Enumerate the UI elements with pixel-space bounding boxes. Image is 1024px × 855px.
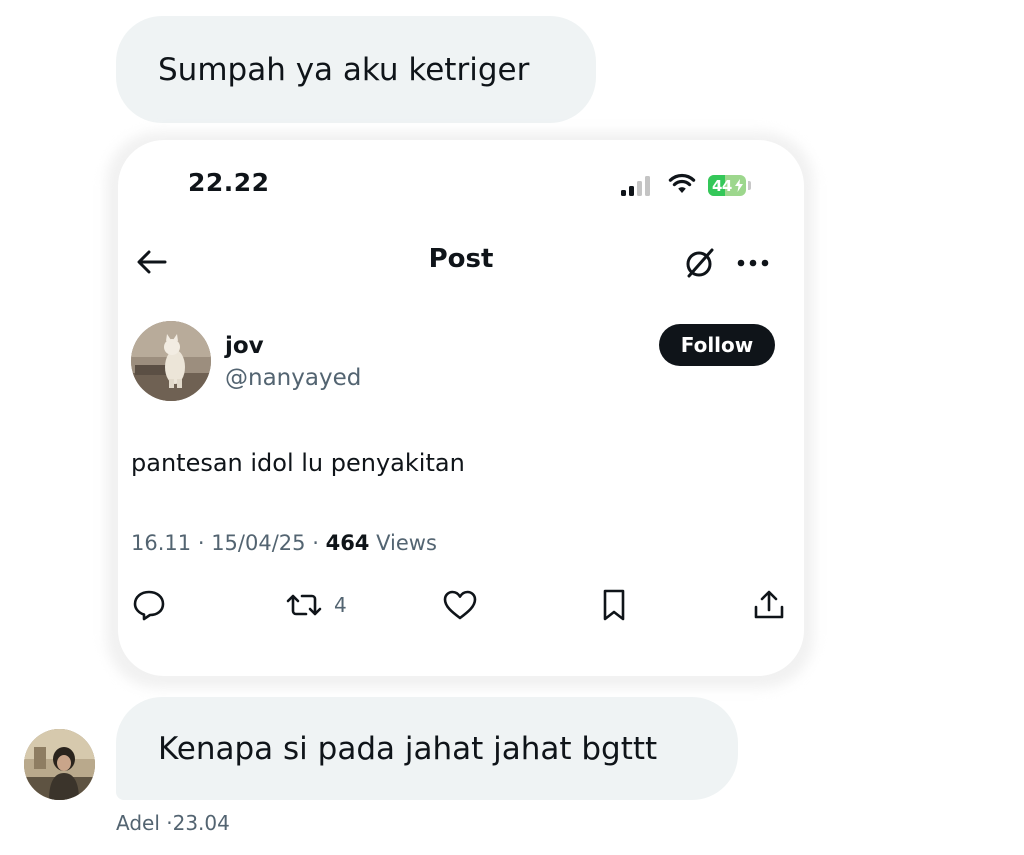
battery-level: 44 bbox=[712, 176, 732, 195]
follow-button-label: Follow bbox=[680, 333, 754, 357]
wifi-icon bbox=[668, 173, 696, 193]
follow-button[interactable]: Follow bbox=[659, 324, 775, 366]
message-text: Kenapa si pada jahat jahat bgttt bbox=[158, 730, 658, 767]
shared-post-card[interactable]: 22.22 44 Post jov @nanyayed Follow pante… bbox=[118, 140, 804, 676]
more-horizontal-icon[interactable] bbox=[736, 258, 770, 268]
repost-count: 4 bbox=[334, 593, 347, 617]
charging-bolt-icon bbox=[735, 179, 743, 192]
repost-icon bbox=[286, 594, 322, 616]
status-time: 22.22 bbox=[188, 168, 270, 197]
post-time: 16.11 bbox=[131, 531, 192, 555]
bookmark-button[interactable] bbox=[599, 588, 629, 622]
meta-separator: · bbox=[197, 531, 205, 555]
repost-button[interactable]: 4 bbox=[284, 588, 347, 622]
meta-separator: · bbox=[312, 531, 319, 555]
message-meta: Adel ·23.04 bbox=[116, 811, 230, 835]
views-count[interactable]: 464 bbox=[326, 531, 370, 555]
sender-name: Adel bbox=[116, 811, 160, 835]
battery-icon: 44 bbox=[708, 175, 746, 196]
reply-bubble-icon bbox=[133, 590, 165, 621]
post-date: 15/04/25 bbox=[211, 531, 306, 555]
message-bubble-bottom[interactable]: Kenapa si pada jahat jahat bgttt bbox=[116, 697, 738, 800]
share-button[interactable] bbox=[752, 588, 786, 622]
heart-icon bbox=[443, 590, 477, 620]
post-meta: 16.11 · 15/04/25 · 464 Views bbox=[131, 531, 437, 555]
grok-icon[interactable] bbox=[683, 246, 717, 280]
share-upload-icon bbox=[754, 590, 784, 619]
signal-icon bbox=[621, 176, 655, 196]
post-text: pantesan idol lu penyakitan bbox=[131, 449, 465, 477]
reply-button[interactable] bbox=[132, 588, 166, 622]
message-time: 23.04 bbox=[172, 811, 230, 835]
sender-avatar[interactable] bbox=[24, 729, 95, 800]
like-button[interactable] bbox=[442, 588, 478, 622]
author-avatar[interactable] bbox=[131, 321, 211, 401]
bookmark-icon bbox=[603, 589, 625, 621]
author-display-name[interactable]: jov bbox=[225, 333, 264, 359]
message-text: Sumpah ya aku ketriger bbox=[158, 51, 530, 88]
message-bubble-top[interactable]: Sumpah ya aku ketriger bbox=[116, 16, 596, 123]
views-label: Views bbox=[376, 531, 437, 555]
author-handle[interactable]: @nanyayed bbox=[225, 365, 361, 391]
battery-nub bbox=[748, 181, 751, 190]
